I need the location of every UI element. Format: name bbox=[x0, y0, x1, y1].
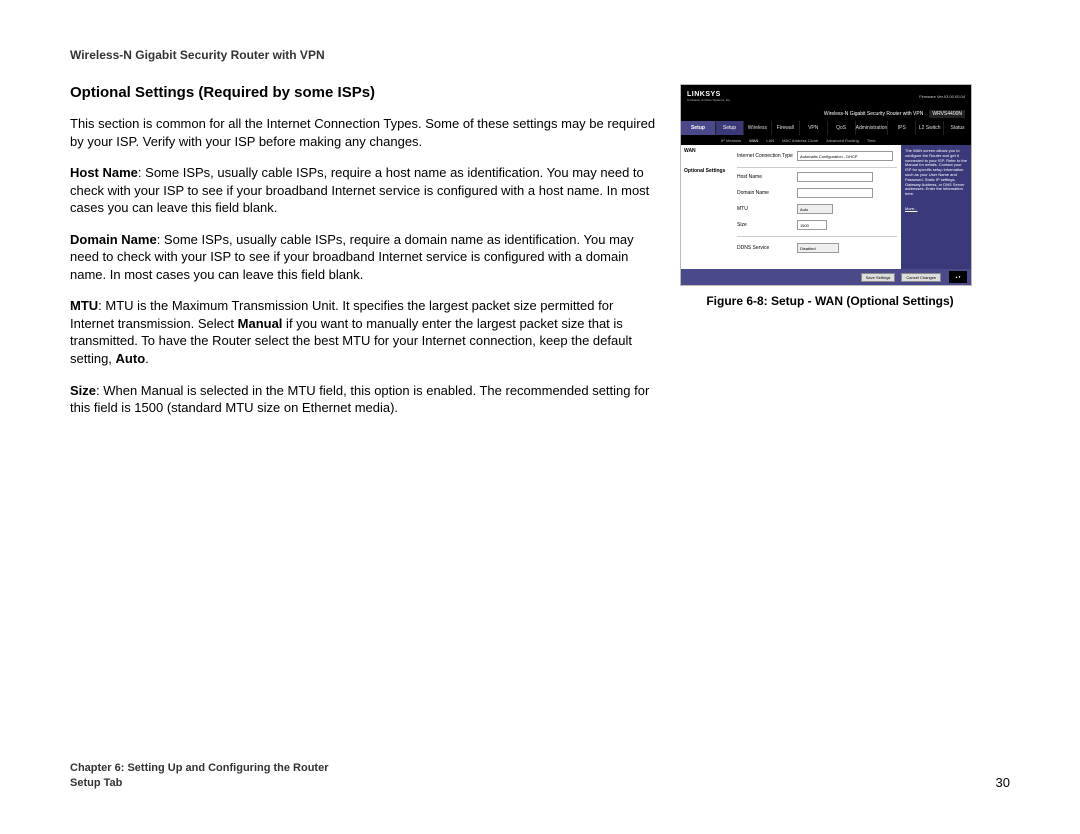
mtu-lead: MTU bbox=[70, 298, 98, 313]
fig-host-input bbox=[797, 172, 873, 182]
fig-tab-l2: L2 Switch bbox=[915, 121, 943, 135]
fig-subtab-1: WAN bbox=[749, 138, 758, 143]
fig-domain-label: Domain Name bbox=[737, 190, 797, 196]
fig-tab-qos: QoS bbox=[827, 121, 855, 135]
size-paragraph: Size: When Manual is selected in the MTU… bbox=[70, 382, 660, 417]
intro-paragraph: This section is common for all the Inter… bbox=[70, 115, 660, 150]
fig-domain-input bbox=[797, 188, 873, 198]
fig-tab-setup: Setup bbox=[715, 121, 743, 135]
figure-caption: Figure 6-8: Setup - WAN (Optional Settin… bbox=[680, 294, 980, 308]
fig-tab-vpn: VPN bbox=[799, 121, 827, 135]
figure-screenshot: LINKSYS A Division of Cisco Systems, Inc… bbox=[680, 84, 972, 286]
fig-side-opt: Optional Settings bbox=[684, 169, 730, 175]
footer-tab: Setup Tab bbox=[70, 776, 329, 790]
fig-save-button: Save Settings bbox=[861, 273, 896, 282]
fig-conn-value: Automatic Configuration - DHCP bbox=[797, 151, 893, 161]
fig-brand: LINKSYS bbox=[687, 91, 731, 98]
hostname-lead: Host Name bbox=[70, 165, 138, 180]
fig-conn-label: Internet Connection Type bbox=[737, 153, 797, 159]
fig-bar2-title: Wireless-N Gigabit Security Router with … bbox=[824, 111, 923, 117]
fig-tab-admin: Administration bbox=[855, 121, 888, 135]
fig-mtu-value: Auto bbox=[797, 204, 833, 214]
fig-subtab-0: IP Versions bbox=[721, 138, 741, 143]
fig-side-tab: Setup bbox=[681, 121, 715, 135]
mtu-manual: Manual bbox=[238, 316, 283, 331]
fig-firmware: Firmware Ver.03.00.00.04 bbox=[919, 94, 965, 99]
fig-subtab-4: Advanced Routing bbox=[826, 138, 859, 143]
hostname-paragraph: Host Name: Some ISPs, usually cable ISPs… bbox=[70, 164, 660, 217]
fig-mtu-label: MTU bbox=[737, 206, 797, 212]
fig-help-more: More... bbox=[905, 207, 967, 212]
fig-subtab-2: LAN bbox=[766, 138, 774, 143]
fig-subtab-5: Time bbox=[867, 138, 876, 143]
section-heading: Optional Settings (Required by some ISPs… bbox=[70, 84, 660, 101]
mtu-paragraph: MTU: MTU is the Maximum Transmission Uni… bbox=[70, 297, 660, 367]
fig-cisco-logo-icon: ▲▼ bbox=[949, 271, 967, 283]
fig-tab-ips: IPS bbox=[887, 121, 915, 135]
domainname-paragraph: Domain Name: Some ISPs, usually cable IS… bbox=[70, 231, 660, 284]
mtu-body-c: . bbox=[145, 351, 149, 366]
domainname-lead: Domain Name bbox=[70, 232, 157, 247]
fig-bar2-model: WRVS4400N bbox=[929, 110, 965, 118]
fig-tabs-row: Setup Setup Wireless Firewall VPN QoS Ad… bbox=[681, 121, 971, 135]
main-text-column: Optional Settings (Required by some ISPs… bbox=[70, 84, 660, 431]
fig-tab-wireless: Wireless bbox=[743, 121, 771, 135]
fig-side-wan: WAN bbox=[684, 149, 730, 155]
fig-help-panel: The WAN screen allows you to configure t… bbox=[901, 145, 971, 285]
page-number: 30 bbox=[996, 775, 1010, 790]
fig-tab-firewall: Firewall bbox=[771, 121, 799, 135]
hostname-body: : Some ISPs, usually cable ISPs, require… bbox=[70, 165, 649, 215]
fig-help-text: The WAN screen allows you to configure t… bbox=[905, 149, 967, 197]
footer-chapter: Chapter 6: Setting Up and Configuring th… bbox=[70, 761, 329, 775]
size-body: : When Manual is selected in the MTU fie… bbox=[70, 383, 649, 416]
fig-cancel-button: Cancel Changes bbox=[901, 273, 941, 282]
fig-ddns-label: DDNS Service bbox=[737, 245, 797, 251]
fig-host-label: Host Name bbox=[737, 174, 797, 180]
size-lead: Size bbox=[70, 383, 96, 398]
fig-size-value: 1500 bbox=[797, 220, 827, 230]
fig-ddns-value: Disabled bbox=[797, 243, 839, 253]
fig-size-label: Size bbox=[737, 222, 797, 228]
mtu-auto: Auto bbox=[116, 351, 146, 366]
fig-subbrand: A Division of Cisco Systems, Inc. bbox=[687, 98, 731, 102]
fig-subtab-3: MAC Address Clone bbox=[782, 138, 818, 143]
fig-tab-status: Status bbox=[943, 121, 971, 135]
fig-subtabs: IP Versions WAN LAN MAC Address Clone Ad… bbox=[681, 135, 971, 145]
product-header: Wireless-N Gigabit Security Router with … bbox=[70, 48, 1010, 62]
